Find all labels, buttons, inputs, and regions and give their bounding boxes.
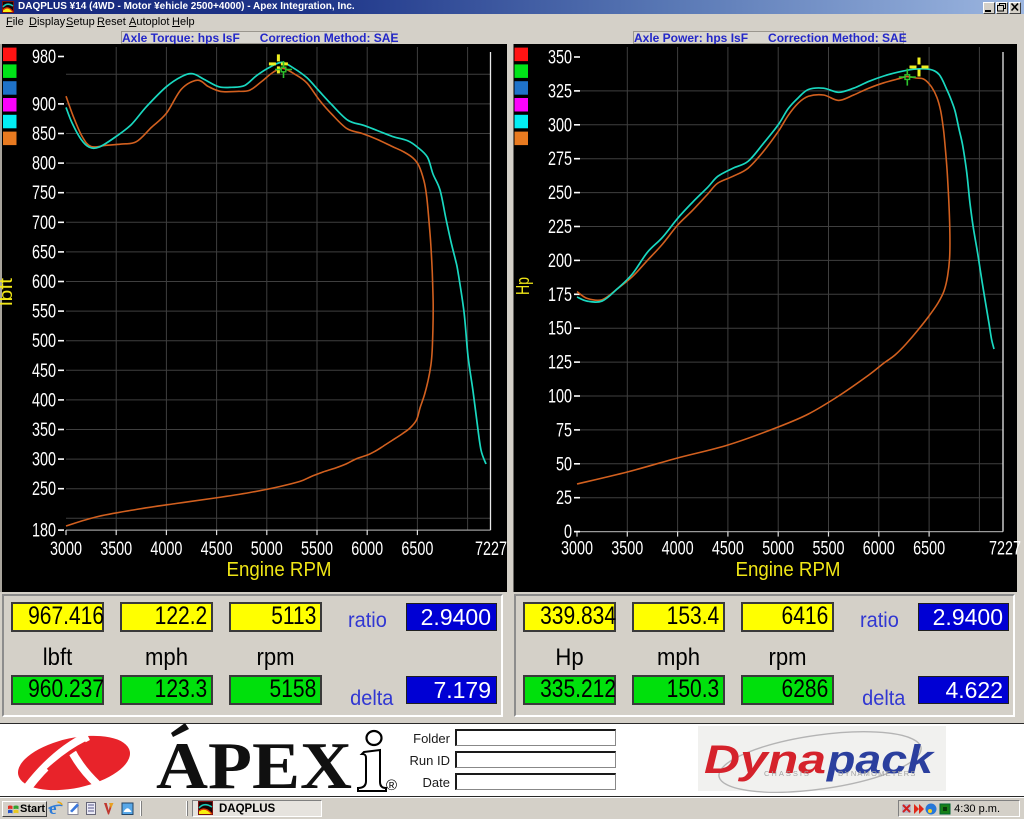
svg-text:7227: 7227 xyxy=(989,539,1021,560)
svg-text:5000: 5000 xyxy=(251,539,283,560)
svg-text:6500: 6500 xyxy=(913,539,945,560)
svg-text:5500: 5500 xyxy=(813,539,845,560)
svg-text:4500: 4500 xyxy=(201,539,233,560)
svg-text:300: 300 xyxy=(32,450,56,471)
svg-text:CHASSIS: CHASSIS xyxy=(764,769,811,778)
svg-text:900: 900 xyxy=(32,94,56,115)
svg-text:850: 850 xyxy=(32,124,56,145)
svg-text:175: 175 xyxy=(548,285,572,306)
svg-text:4500: 4500 xyxy=(712,539,744,560)
svg-text:Hp: Hp xyxy=(513,277,533,295)
svg-text:®: ® xyxy=(386,777,397,794)
svg-text:75: 75 xyxy=(556,420,572,441)
svg-text:300: 300 xyxy=(548,115,572,136)
svg-text:6000: 6000 xyxy=(351,539,383,560)
svg-text:50: 50 xyxy=(556,454,572,475)
svg-text:250: 250 xyxy=(32,479,56,500)
svg-text:7227: 7227 xyxy=(475,539,507,560)
svg-text:350: 350 xyxy=(548,48,572,69)
svg-text:225: 225 xyxy=(548,217,572,238)
svg-text:200: 200 xyxy=(548,251,572,272)
svg-text:DYNAMOMETERS: DYNAMOMETERS xyxy=(838,769,917,778)
svg-text:e: e xyxy=(49,800,57,818)
svg-text:400: 400 xyxy=(32,390,56,411)
svg-text:lbft: lbft xyxy=(0,278,16,306)
svg-text:350: 350 xyxy=(32,420,56,441)
svg-text:800: 800 xyxy=(32,154,56,175)
svg-text:4000: 4000 xyxy=(662,539,694,560)
svg-text:3000: 3000 xyxy=(561,539,593,560)
svg-text:6500: 6500 xyxy=(401,539,433,560)
svg-text:550: 550 xyxy=(32,302,56,323)
svg-text:5500: 5500 xyxy=(301,539,333,560)
svg-text:650: 650 xyxy=(32,242,56,263)
svg-text:980: 980 xyxy=(32,47,56,68)
svg-text:3000: 3000 xyxy=(50,539,82,560)
svg-text:APEX: APEX xyxy=(156,729,352,797)
svg-text:25: 25 xyxy=(556,488,572,509)
svg-text:700: 700 xyxy=(32,213,56,234)
svg-text:500: 500 xyxy=(32,331,56,352)
svg-text:4000: 4000 xyxy=(150,539,182,560)
svg-text:125: 125 xyxy=(548,353,572,374)
svg-text:600: 600 xyxy=(32,272,56,293)
svg-text:3500: 3500 xyxy=(100,539,132,560)
svg-text:250: 250 xyxy=(548,183,572,204)
svg-text:150: 150 xyxy=(548,319,572,340)
svg-text:450: 450 xyxy=(32,361,56,382)
svg-text:3500: 3500 xyxy=(611,539,643,560)
svg-text:100: 100 xyxy=(548,387,572,408)
svg-text:325: 325 xyxy=(548,81,572,102)
svg-text:275: 275 xyxy=(548,149,572,170)
svg-text:Engine RPM: Engine RPM xyxy=(736,559,841,581)
svg-text:750: 750 xyxy=(32,183,56,204)
svg-text:Engine RPM: Engine RPM xyxy=(227,559,332,581)
svg-text:6000: 6000 xyxy=(863,539,895,560)
svg-text:5000: 5000 xyxy=(762,539,794,560)
